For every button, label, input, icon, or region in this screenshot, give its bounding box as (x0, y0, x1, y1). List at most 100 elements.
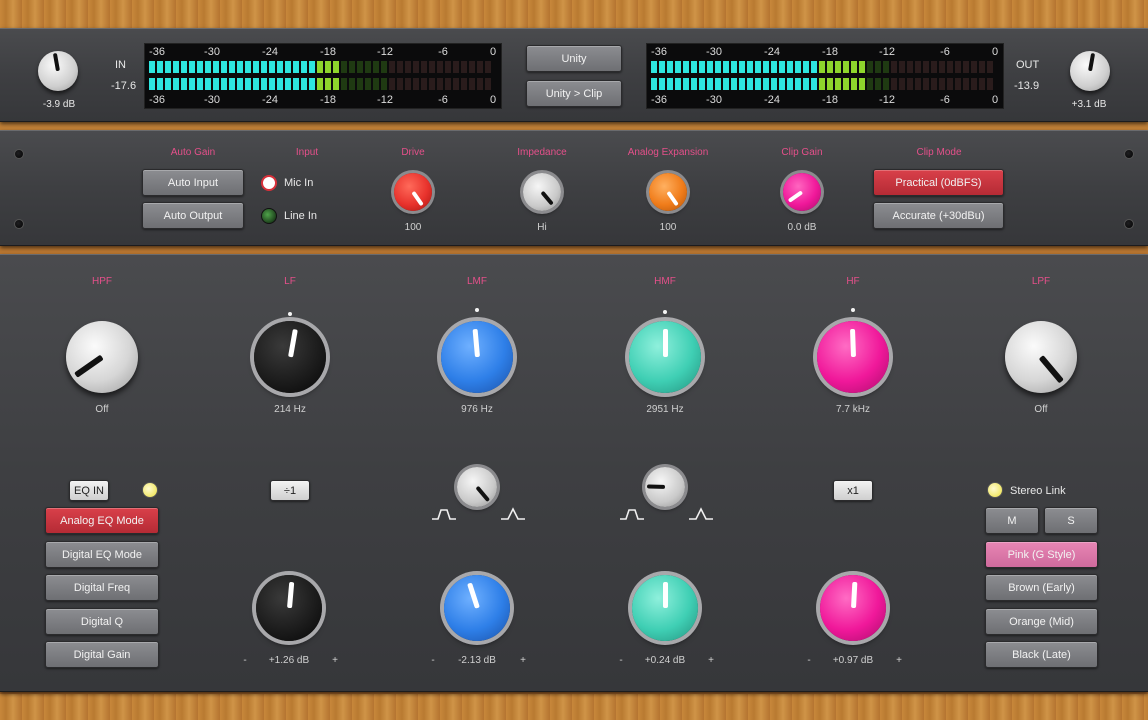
lmf-gain-knob[interactable] (444, 575, 510, 641)
lmf-freq-knob[interactable] (441, 321, 513, 393)
output-meter-scale-bottom: -36 -30 -24 -18 -12 -6 0 (651, 94, 999, 106)
eq-in-led (142, 482, 158, 498)
lf-value: 214 Hz (274, 404, 306, 415)
meter-segment (875, 78, 881, 90)
meter-segment (453, 78, 459, 90)
meter-segment (915, 78, 921, 90)
in-label: IN (115, 59, 126, 71)
digital-freq-button[interactable]: Digital Freq (45, 574, 159, 601)
meter-segment (843, 78, 849, 90)
drive-knob[interactable] (394, 173, 432, 211)
analog-eq-mode-button[interactable]: Analog EQ Mode (45, 507, 159, 534)
line-in-radio[interactable] (261, 208, 277, 224)
lmf-q-knob[interactable] (457, 467, 497, 507)
s-button[interactable]: S (1044, 507, 1098, 534)
meter-segment (755, 61, 761, 73)
hpf-knob[interactable] (66, 321, 138, 393)
meter-segment (955, 61, 961, 73)
lf-gain-knob[interactable] (256, 575, 322, 641)
meter-segment (421, 78, 427, 90)
pink-style-button[interactable]: Pink (G Style) (985, 541, 1098, 568)
meter-segment (803, 78, 809, 90)
meter-segment (891, 61, 897, 73)
wood-top (0, 0, 1148, 28)
digital-q-button[interactable]: Digital Q (45, 608, 159, 635)
hf-freq-knob[interactable] (817, 321, 889, 393)
impedance-knob[interactable] (523, 173, 561, 211)
hmf-freq-knob[interactable] (629, 321, 701, 393)
hf-mul-button[interactable]: x1 (833, 480, 873, 501)
meter-segment (173, 78, 179, 90)
input-knob-value: -3.9 dB (42, 99, 76, 110)
mic-in-radio[interactable] (261, 175, 277, 191)
meter-segment (691, 78, 697, 90)
meter-segment (245, 61, 251, 73)
unity-button[interactable]: Unity (526, 45, 622, 72)
meter-segment (707, 78, 713, 90)
meter-segment (947, 61, 953, 73)
hf-gain-knob[interactable] (820, 575, 886, 641)
in-level-readout: -17.6 (111, 80, 137, 92)
meter-segment (763, 78, 769, 90)
lf-freq-knob[interactable] (254, 321, 326, 393)
digital-gain-button[interactable]: Digital Gain (45, 641, 159, 668)
meter-segment (365, 78, 371, 90)
lf-div-button[interactable]: ÷1 (270, 480, 310, 501)
meter-segment (309, 61, 315, 73)
meter-segment (197, 61, 203, 73)
unity-clip-button[interactable]: Unity > Clip (526, 80, 622, 107)
hmf-q-knob[interactable] (645, 467, 685, 507)
stereo-link-led[interactable] (987, 482, 1003, 498)
meter-segment (261, 78, 267, 90)
meter-segment (803, 61, 809, 73)
meter-segment (349, 61, 355, 73)
analog-expansion-value: 100 (659, 222, 677, 233)
black-style-button[interactable]: Black (Late) (985, 641, 1098, 668)
input-meter: -36 -30 -24 -18 -12 -6 0 -36 -30 -24 -18… (144, 43, 502, 109)
meter-segment (365, 61, 371, 73)
auto-input-button[interactable]: Auto Input (142, 169, 244, 196)
analog-expansion-knob[interactable] (649, 173, 687, 211)
meter-segment (485, 61, 491, 73)
brown-style-button[interactable]: Brown (Early) (985, 574, 1098, 601)
meter-segment (723, 61, 729, 73)
accurate-button[interactable]: Accurate (+30dBu) (873, 202, 1004, 229)
meter-segment (469, 61, 475, 73)
clip-gain-value: 0.0 dB (787, 222, 817, 233)
meter-segment (429, 78, 435, 90)
output-meter-bar-left (651, 61, 993, 73)
meter-segment (723, 78, 729, 90)
orange-style-button[interactable]: Orange (Mid) (985, 608, 1098, 635)
eq-in-button[interactable]: EQ IN (69, 480, 109, 501)
meter-segment (931, 61, 937, 73)
meter-panel: -3.9 dB IN -17.6 -36 -30 -24 -18 -12 -6 … (0, 28, 1148, 122)
lf-gain-value: +1.26 dB (268, 655, 310, 666)
hmf-gain-knob[interactable] (632, 575, 698, 641)
meter-segment (325, 78, 331, 90)
meter-segment (349, 78, 355, 90)
digital-eq-mode-button[interactable]: Digital EQ Mode (45, 541, 159, 568)
auto-output-button[interactable]: Auto Output (142, 202, 244, 229)
meter-segment (987, 61, 993, 73)
meter-segment (971, 61, 977, 73)
lf-label: LF (284, 276, 296, 287)
input-gain-knob[interactable] (38, 51, 78, 91)
meter-segment (771, 78, 777, 90)
meter-segment (397, 78, 403, 90)
meter-segment (189, 78, 195, 90)
meter-segment (173, 61, 179, 73)
out-level-readout: -13.9 (1014, 80, 1040, 92)
output-gain-knob[interactable] (1070, 51, 1110, 91)
lpf-knob[interactable] (1005, 321, 1077, 393)
meter-segment (205, 61, 211, 73)
m-button[interactable]: M (985, 507, 1039, 534)
meter-segment (667, 61, 673, 73)
meter-segment (835, 78, 841, 90)
clip-gain-knob[interactable] (783, 173, 821, 211)
meter-segment (715, 61, 721, 73)
practical-button[interactable]: Practical (0dBFS) (873, 169, 1004, 196)
hpf-label: HPF (92, 276, 112, 287)
input-meter-bar-left (149, 61, 491, 73)
meter-segment (181, 78, 187, 90)
meter-segment (867, 61, 873, 73)
